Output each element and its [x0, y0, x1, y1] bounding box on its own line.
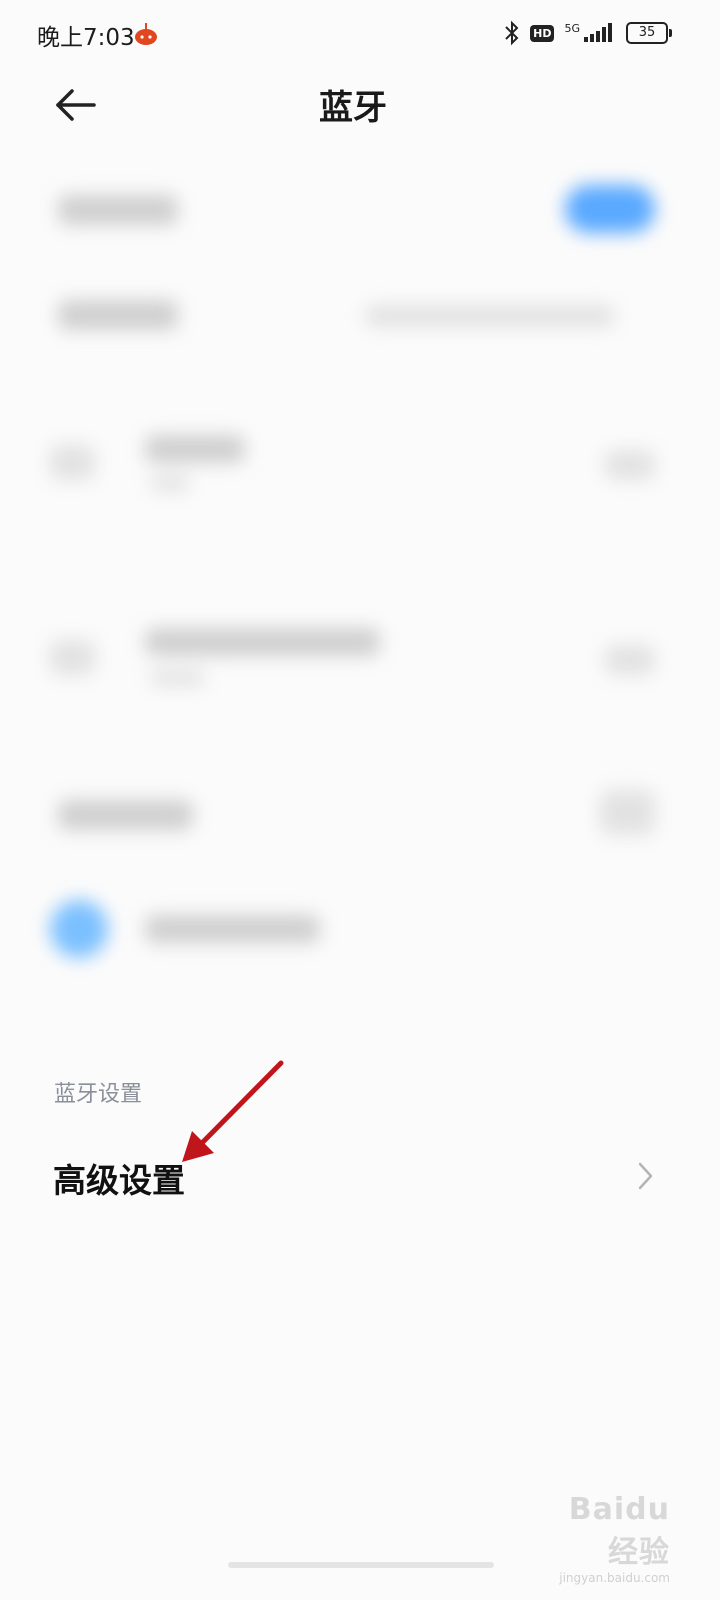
annotation-arrow-icon [182, 1060, 284, 1162]
blurred-device-status [150, 670, 205, 686]
app-notification-icon [135, 23, 157, 45]
status-icons: HD 5G 35 [504, 18, 672, 48]
network-type: 5G [564, 21, 580, 35]
blurred-scan-indicator [50, 900, 108, 958]
blurred-row-label [58, 300, 178, 330]
watermark-url: jingyan.baidu.com [559, 1571, 670, 1585]
blurred-scan-label [145, 915, 320, 943]
bluetooth-settings-section-label: 蓝牙设置 [54, 1082, 143, 1107]
signal-icon [584, 23, 612, 42]
blurred-refresh [600, 790, 655, 835]
battery-icon: 35 [626, 22, 672, 44]
page-title: 蓝牙 [319, 88, 387, 128]
advanced-settings-label: 高级设置 [53, 1161, 185, 1200]
blurred-section-label [58, 800, 193, 830]
blurred-device-icon [50, 445, 95, 480]
chevron-right-icon [638, 1162, 653, 1190]
blurred-device-icon [50, 640, 95, 675]
blurred-device-action [605, 450, 655, 480]
status-time: 晚上7:03 [37, 25, 135, 51]
blurred-content [0, 150, 720, 1030]
blurred-device-name [145, 435, 245, 463]
baidu-watermark: Baidu经验 jingyan.baidu.com [540, 1492, 670, 1585]
watermark-logo-text: Baidu经验 [568, 1492, 670, 1570]
advanced-settings-item[interactable]: 高级设置 [0, 1130, 720, 1222]
home-indicator[interactable] [228, 1562, 494, 1568]
blurred-device-status [150, 475, 190, 491]
blurred-row-label [58, 195, 178, 225]
bluetooth-icon [505, 20, 519, 46]
blurred-device-name [145, 628, 380, 656]
blurred-row-value [365, 305, 615, 327]
hd-icon: HD [530, 24, 555, 42]
blurred-device-action [605, 645, 655, 675]
blurred-toggle [565, 185, 655, 233]
